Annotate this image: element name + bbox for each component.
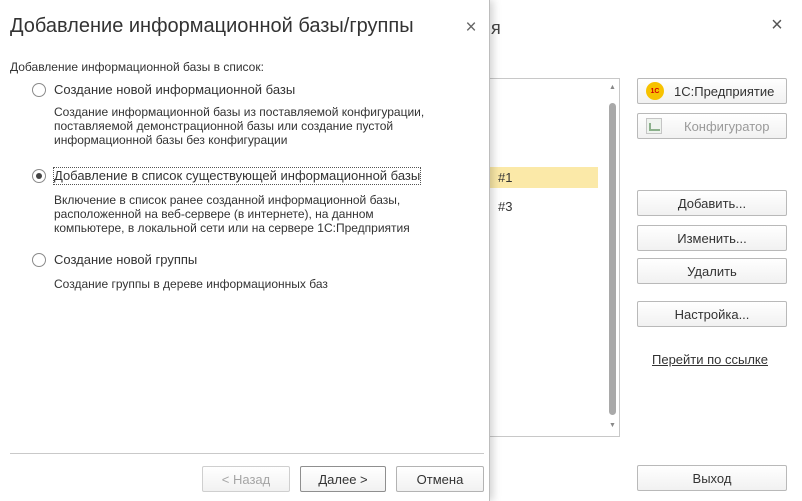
exit-button[interactable]: Выход	[637, 465, 787, 491]
scroll-up-icon[interactable]: ▲	[608, 83, 617, 92]
option-description: Включение в список ранее созданной инфор…	[54, 193, 410, 235]
cancel-button[interactable]: Отмена	[396, 466, 484, 492]
divider	[10, 453, 484, 454]
scroll-thumb[interactable]	[609, 103, 616, 415]
list-item[interactable]: #3	[488, 196, 598, 217]
list-item[interactable]: #1	[488, 167, 598, 188]
radio-create-group[interactable]	[32, 253, 46, 267]
back-button[interactable]: < Назад	[202, 466, 290, 492]
option-description: Создание группы в дереве информационных …	[54, 277, 328, 291]
close-icon[interactable]: ×	[461, 17, 481, 39]
add-button[interactable]: Добавить...	[637, 190, 787, 216]
1c-logo-icon: 1C	[646, 82, 664, 100]
scroll-down-icon[interactable]: ▼	[608, 421, 617, 430]
settings-button[interactable]: Настройка...	[637, 301, 787, 327]
edit-button[interactable]: Изменить...	[637, 225, 787, 251]
dialog-title: Добавление информационной базы/группы	[10, 15, 414, 37]
open-link[interactable]: Перейти по ссылке	[652, 352, 768, 367]
dialog-intro: Добавление информационной базы в список:	[10, 60, 264, 74]
launcher-title: я	[491, 18, 501, 38]
infobase-list[interactable]: #1 #3 ▲ ▼	[488, 78, 620, 437]
radio-add-existing-infobase[interactable]	[32, 169, 46, 183]
configurator-button[interactable]: Конфигуратор	[637, 113, 787, 139]
radio-create-infobase[interactable]	[32, 83, 46, 97]
next-button[interactable]: Далее >	[300, 466, 386, 492]
list-scrollbar[interactable]: ▲ ▼	[608, 83, 617, 431]
configurator-icon	[646, 118, 662, 134]
delete-button[interactable]: Удалить	[637, 258, 787, 284]
launcher-close-icon[interactable]: ×	[767, 14, 787, 36]
option-label: Создание новой группы	[54, 252, 198, 267]
enterprise-button-label: 1С:Предприятие	[674, 83, 775, 99]
option-label: Добавление в список существующей информа…	[52, 167, 422, 185]
option-create-group[interactable]: Создание новой группы	[32, 252, 197, 268]
option-add-existing-infobase[interactable]: Добавление в список существующей информа…	[32, 167, 422, 185]
add-infobase-dialog: Добавление информационной базы/группы × …	[0, 0, 490, 501]
option-label: Создание новой информационной базы	[54, 82, 296, 97]
option-create-infobase[interactable]: Создание новой информационной базы	[32, 82, 295, 98]
enterprise-button[interactable]: 1C 1С:Предприятие	[637, 78, 787, 104]
option-description: Создание информационной базы из поставля…	[54, 105, 425, 147]
configurator-button-label: Конфигуратор	[684, 118, 770, 134]
